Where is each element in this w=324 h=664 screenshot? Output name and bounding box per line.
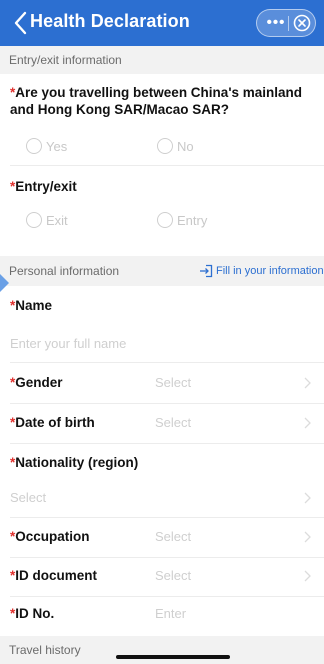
radio-circle-icon — [157, 138, 173, 154]
gender-select[interactable]: Select — [155, 375, 191, 390]
question-entry-exit-label: Entry/exit — [15, 179, 77, 194]
question-travelling: *Are you travelling between China's main… — [10, 84, 316, 118]
question-entry-exit: *Entry/exit — [10, 178, 316, 195]
radio-entry-label: Entry — [177, 212, 208, 228]
field-nationality-label: *Nationality (region) — [10, 455, 138, 470]
field-dob-text: Date of birth — [15, 415, 95, 430]
fill-in-info-label: Fill in your information — [216, 265, 324, 277]
nationality-select[interactable]: Select — [10, 490, 46, 505]
radio-exit[interactable]: Exit — [26, 211, 68, 229]
radio-circle-icon — [157, 212, 173, 228]
close-circle-icon[interactable] — [293, 14, 311, 32]
field-occupation-text: Occupation — [15, 529, 90, 544]
id-no-input[interactable]: Enter — [155, 606, 186, 621]
section-header-travel-history: Travel history — [0, 636, 324, 664]
mini-program-capsule: ••• — [256, 9, 316, 37]
divider — [10, 557, 324, 558]
chevron-left-icon[interactable] — [12, 10, 30, 36]
pointer-arrow-icon — [0, 274, 9, 292]
radio-no-label: No — [177, 138, 194, 154]
occupation-select[interactable]: Select — [155, 529, 191, 544]
field-id-document-label: *ID document — [10, 568, 97, 583]
radio-yes-label: Yes — [46, 138, 68, 154]
fill-in-info-button[interactable]: Fill in your information — [199, 262, 324, 280]
radio-exit-label: Exit — [46, 212, 68, 228]
question-travelling-label: Are you travelling between China's mainl… — [10, 85, 303, 117]
chevron-right-icon — [304, 492, 311, 504]
page-title: Health Declaration — [30, 11, 190, 31]
field-id-no-text: ID No. — [15, 606, 55, 621]
chevron-right-icon — [304, 531, 311, 543]
radio-circle-icon — [26, 138, 42, 154]
field-name-text: Name — [15, 298, 53, 313]
section-header-entry-exit: Entry/exit information — [0, 46, 324, 74]
field-gender-text: Gender — [15, 375, 63, 390]
chevron-right-icon — [304, 570, 311, 582]
divider — [10, 517, 324, 518]
radio-circle-icon — [26, 212, 42, 228]
field-id-no-label: *ID No. — [10, 606, 54, 621]
id-document-select[interactable]: Select — [155, 568, 191, 583]
radio-yes[interactable]: Yes — [26, 137, 67, 155]
field-occupation-label: *Occupation — [10, 529, 90, 544]
sign-in-icon — [200, 264, 213, 278]
capsule-divider — [288, 16, 289, 31]
dob-select[interactable]: Select — [155, 415, 191, 430]
chevron-right-icon — [304, 417, 311, 429]
radio-no[interactable]: No — [157, 137, 194, 155]
radio-entry[interactable]: Entry — [157, 211, 207, 229]
field-gender-label: *Gender — [10, 375, 63, 390]
name-input[interactable]: Enter your full name — [10, 336, 126, 351]
field-nationality-text: Nationality (region) — [15, 455, 139, 470]
nav-bar: Health Declaration ••• — [0, 0, 324, 46]
divider — [10, 165, 324, 166]
divider — [10, 596, 324, 597]
home-indicator — [116, 655, 230, 659]
divider — [10, 443, 324, 444]
divider — [10, 362, 324, 363]
more-dots-icon[interactable]: ••• — [264, 12, 288, 34]
divider — [10, 403, 324, 404]
field-dob-label: *Date of birth — [10, 415, 95, 430]
chevron-right-icon — [304, 377, 311, 389]
field-id-document-text: ID document — [15, 568, 98, 583]
field-name-label: *Name — [10, 298, 52, 313]
